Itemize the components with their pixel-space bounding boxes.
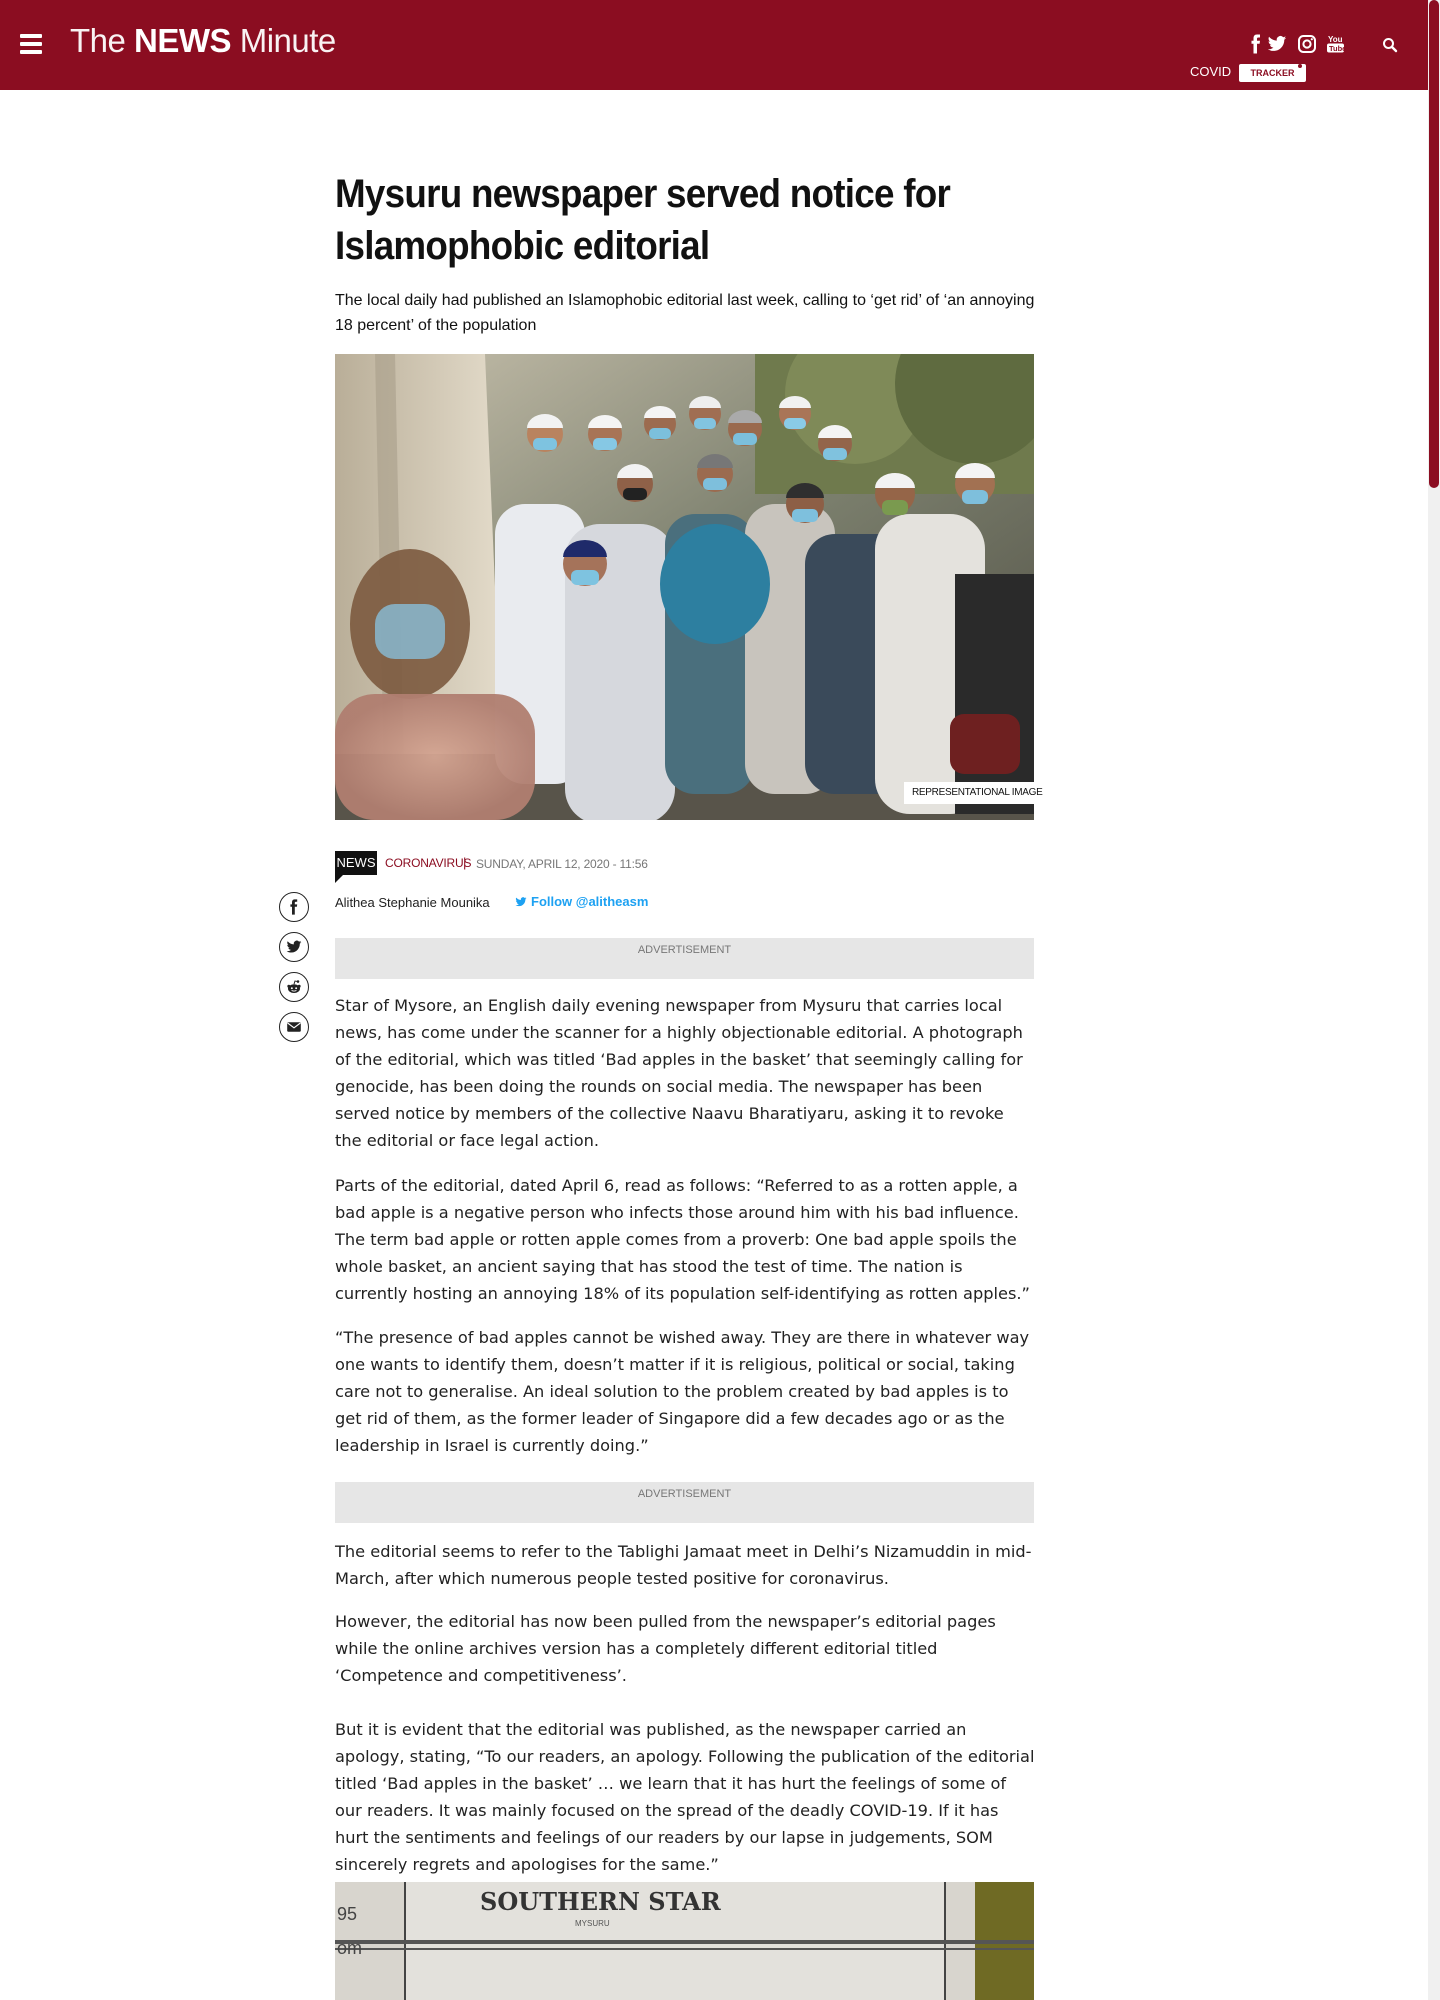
category-link[interactable]: CORONAVIRUS — [385, 856, 471, 870]
email-icon[interactable] — [279, 1012, 309, 1042]
logo-minute: Minute — [239, 22, 337, 59]
meta-separator: | — [463, 855, 467, 870]
paragraph-3: “The presence of bad apples cannot be wi… — [335, 1328, 1030, 1455]
newspaper-clipping-image: SOUTHERN STAR MYSURU 95 om — [335, 1882, 1034, 2000]
svg-text:You: You — [1328, 35, 1343, 44]
twitter-icon[interactable] — [1267, 34, 1287, 54]
logo-news: NEWS — [134, 22, 232, 59]
clipping-masthead: SOUTHERN STAR — [480, 1887, 722, 1916]
section-tag[interactable]: NEWS — [335, 851, 377, 875]
tracker-live-dot — [1298, 64, 1302, 68]
search-icon[interactable] — [1382, 37, 1398, 53]
paragraph-1: Star of Mysore, an English daily evening… — [335, 996, 1023, 1150]
logo-the: The — [70, 22, 126, 59]
svg-text:Tube: Tube — [1329, 44, 1346, 53]
paragraph-5: However, the editorial has now been pull… — [335, 1612, 996, 1685]
clipping-left-text: om — [337, 1938, 362, 1958]
instagram-icon[interactable] — [1297, 34, 1317, 54]
paragraph-6: But it is evident that the editorial was… — [335, 1720, 1035, 1874]
advertisement-slot-2[interactable]: ADVERTISEMENT — [335, 1482, 1034, 1523]
image-caption-label: REPRESENTATIONAL IMAGE — [904, 782, 1051, 804]
publish-date: SUNDAY, APRIL 12, 2020 - 11:56 — [476, 857, 648, 871]
site-header: The NEWS Minute You Tube COVID TRACKER — [0, 0, 1428, 90]
menu-icon[interactable] — [20, 34, 42, 54]
follow-author-button[interactable]: Follow @alitheasm — [515, 894, 648, 909]
scrollbar-thumb[interactable] — [1429, 0, 1439, 488]
clipping-left-number: 95 — [337, 1904, 357, 1924]
paragraph-2: Parts of the editorial, dated April 6, r… — [335, 1176, 1030, 1303]
reddit-icon[interactable] — [279, 972, 309, 1002]
covid-label[interactable]: COVID — [1190, 64, 1231, 79]
article-subtitle: The local daily had published an Islamop… — [335, 292, 1035, 334]
site-logo[interactable]: The NEWS Minute — [70, 22, 336, 60]
section-tag-tail — [335, 875, 343, 883]
twitter-bird-icon — [515, 897, 527, 907]
advertisement-slot-1[interactable]: ADVERTISEMENT — [335, 938, 1034, 979]
author-name[interactable]: Alithea Stephanie Mounika — [335, 895, 490, 910]
covid-tracker-button[interactable]: TRACKER — [1239, 64, 1306, 82]
article-title: Mysuru newspaper served notice for Islam… — [335, 172, 951, 268]
facebook-icon[interactable] — [1246, 34, 1266, 54]
share-facebook-icon[interactable] — [279, 892, 309, 922]
youtube-icon[interactable]: You Tube — [1326, 34, 1346, 54]
paragraph-4: The editorial seems to refer to the Tabl… — [335, 1542, 1032, 1588]
clipping-city: MYSURU — [575, 1919, 610, 1928]
share-twitter-icon[interactable] — [279, 932, 309, 962]
hero-image — [335, 354, 1034, 820]
follow-label: Follow @alitheasm — [531, 894, 649, 909]
